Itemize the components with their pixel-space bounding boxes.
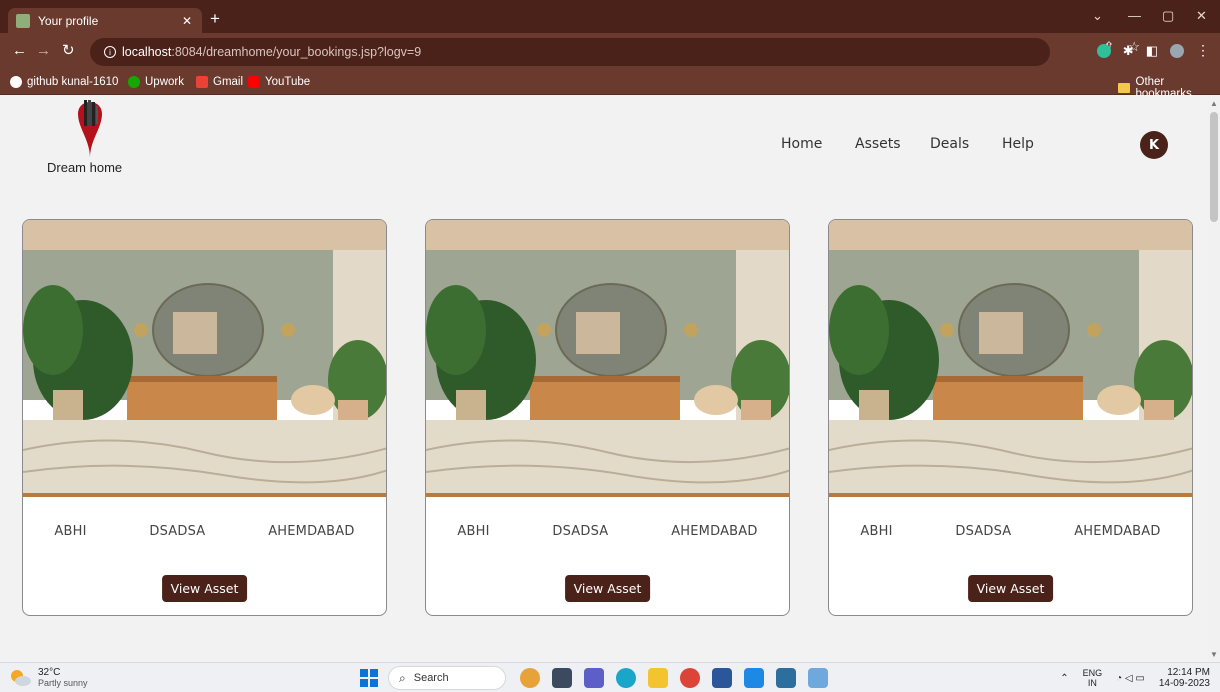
card-owner: ABHI xyxy=(860,524,893,539)
card-asset-name: DSADSA xyxy=(955,524,1012,539)
task-view-icon[interactable] xyxy=(552,668,572,688)
side-panel-icon[interactable]: ◧ xyxy=(1146,43,1158,59)
windows-taskbar: 32°C Partly sunny ⌕ Search ⌃ ENG IN ◔ ◁ … xyxy=(0,662,1220,692)
back-icon[interactable]: ← xyxy=(12,43,27,58)
new-tab-icon[interactable]: + xyxy=(210,10,220,27)
view-asset-button[interactable]: View Asset xyxy=(967,575,1054,602)
bookmark-label: YouTube xyxy=(265,76,311,88)
card-details: ABHI DSADSA AHEMDABAD xyxy=(426,524,789,539)
minimize-icon[interactable]: — xyxy=(1128,8,1141,23)
github-icon xyxy=(10,76,22,88)
tab-close-icon[interactable]: ✕ xyxy=(182,14,192,28)
teams-icon[interactable] xyxy=(584,668,604,688)
view-asset-button[interactable]: View Asset xyxy=(161,575,248,602)
reload-icon[interactable]: ↻ xyxy=(62,43,75,58)
nav-help[interactable]: Help xyxy=(1002,136,1034,152)
clock-date: 14-09-2023 xyxy=(1158,678,1210,689)
card-city: AHEMDABAD xyxy=(671,524,758,539)
card-asset-name: DSADSA xyxy=(149,524,206,539)
card-owner: ABHI xyxy=(54,524,87,539)
browser-titlebar: Your profile ✕ + ⌄ — ▢ ✕ xyxy=(0,0,1220,33)
bookmark-label: Upwork xyxy=(145,76,184,88)
nav-home[interactable]: Home xyxy=(781,136,822,152)
bookmark-youtube[interactable]: YouTube xyxy=(248,76,310,88)
language-region: IN xyxy=(1087,678,1097,688)
scroll-thumb[interactable] xyxy=(1210,112,1218,222)
site-info-icon[interactable]: i xyxy=(104,46,116,58)
language-indicator[interactable]: ENG IN xyxy=(1083,668,1103,688)
restore-icon[interactable]: ▢ xyxy=(1162,8,1174,24)
menu-kebab-icon[interactable]: ⋮ xyxy=(1196,42,1210,59)
search-icon: ⌕ xyxy=(399,670,406,685)
extension-icon[interactable] xyxy=(1096,43,1111,58)
bookmark-label: github kunal-1610 xyxy=(27,76,119,88)
chevron-up-icon[interactable]: ⌃ xyxy=(1060,673,1068,684)
nav-assets[interactable]: Assets xyxy=(855,136,901,152)
living-room-image xyxy=(426,220,789,497)
extensions-puzzle-icon[interactable]: ✱ xyxy=(1123,43,1134,59)
page-scrollbar[interactable]: ▲ ▼ xyxy=(1208,96,1220,662)
gmail-icon xyxy=(196,76,208,88)
taskbar-search-label: Search xyxy=(413,672,449,684)
page-content: Dream home Home Assets Deals Help K ABHI… xyxy=(0,96,1208,662)
card-asset-name: DSADSA xyxy=(552,524,609,539)
url-path: :8084/dreamhome/your_bookings.jsp?logv=9 xyxy=(171,45,422,59)
scroll-up-icon[interactable]: ▲ xyxy=(1210,99,1218,108)
taskbar-search[interactable]: ⌕ Search xyxy=(388,666,506,690)
user-avatar[interactable]: K xyxy=(1140,131,1168,159)
forward-icon[interactable]: → xyxy=(36,43,51,58)
scroll-down-icon[interactable]: ▼ xyxy=(1210,650,1218,659)
tab-favicon-icon xyxy=(16,13,30,28)
weather-description: Partly sunny xyxy=(38,678,88,688)
profile-avatar-icon[interactable] xyxy=(1170,43,1184,58)
app-icon[interactable] xyxy=(776,668,796,688)
upwork-icon xyxy=(128,76,140,88)
card-details: ABHI DSADSA AHEMDABAD xyxy=(23,524,386,539)
browser-tab[interactable]: Your profile ✕ xyxy=(8,8,202,33)
app-icon[interactable] xyxy=(808,668,828,688)
extension-icons: ✱ ◧ ⋮ xyxy=(1096,42,1210,59)
word-icon[interactable] xyxy=(712,668,732,688)
bookmarks-bar: github kunal-1610 Upwork Gmail YouTube O… xyxy=(0,71,1220,100)
clock-time: 12:14 PM xyxy=(1167,667,1210,678)
card-details: ABHI DSADSA AHEMDABAD xyxy=(829,524,1192,539)
weather-temperature: 32°C xyxy=(38,667,61,678)
view-asset-button[interactable]: View Asset xyxy=(564,575,651,602)
card-owner: ABHI xyxy=(457,524,490,539)
windows-start-icon[interactable] xyxy=(360,669,378,687)
bookmark-github[interactable]: github kunal-1610 xyxy=(10,76,118,88)
weather-widget[interactable]: 32°C Partly sunny xyxy=(8,667,88,689)
url-host: localhost xyxy=(122,45,172,59)
system-tray: ⌃ ENG IN ◔ ◁ ▭ 12:14 PM 14-09-2023 xyxy=(1060,667,1210,689)
living-room-image xyxy=(23,220,386,497)
folder-icon xyxy=(1118,83,1130,93)
nav-deals[interactable]: Deals xyxy=(930,136,969,152)
tab-search-icon[interactable]: ⌄ xyxy=(1092,8,1103,24)
app-cube-icon[interactable] xyxy=(744,668,764,688)
card-city: AHEMDABAD xyxy=(268,524,355,539)
bookmark-label: Gmail xyxy=(213,76,244,88)
chrome-icon[interactable] xyxy=(680,668,700,688)
taskbar-apps xyxy=(520,668,828,688)
browser-toolbar: ← → ↻ i localhost:8084/dreamhome/your_bo… xyxy=(0,33,1220,71)
logo-text: Dream home xyxy=(47,160,123,175)
address-bar[interactable]: i localhost:8084/dreamhome/your_bookings… xyxy=(90,38,1050,66)
asset-card: ABHI DSADSA AHEMDABAD View Asset xyxy=(22,219,387,616)
tab-title: Your profile xyxy=(38,13,99,28)
language-code: ENG xyxy=(1082,668,1103,678)
asset-card: ABHI DSADSA AHEMDABAD View Asset xyxy=(828,219,1193,616)
widgets-icon[interactable] xyxy=(520,668,540,688)
card-city: AHEMDABAD xyxy=(1074,524,1161,539)
wifi-volume-battery-icon[interactable]: ◔ ◁ ▭ xyxy=(1116,673,1145,684)
bookmark-upwork[interactable]: Upwork xyxy=(128,76,184,88)
close-window-icon[interactable]: ✕ xyxy=(1196,8,1207,24)
partly-sunny-icon xyxy=(11,670,31,686)
taskbar-clock[interactable]: 12:14 PM 14-09-2023 xyxy=(1159,667,1210,689)
living-room-image xyxy=(829,220,1192,497)
edge-icon[interactable] xyxy=(616,668,636,688)
file-explorer-icon[interactable] xyxy=(648,668,668,688)
bookmark-gmail[interactable]: Gmail xyxy=(196,76,243,88)
asset-card: ABHI DSADSA AHEMDABAD View Asset xyxy=(425,219,790,616)
youtube-icon xyxy=(248,76,260,88)
